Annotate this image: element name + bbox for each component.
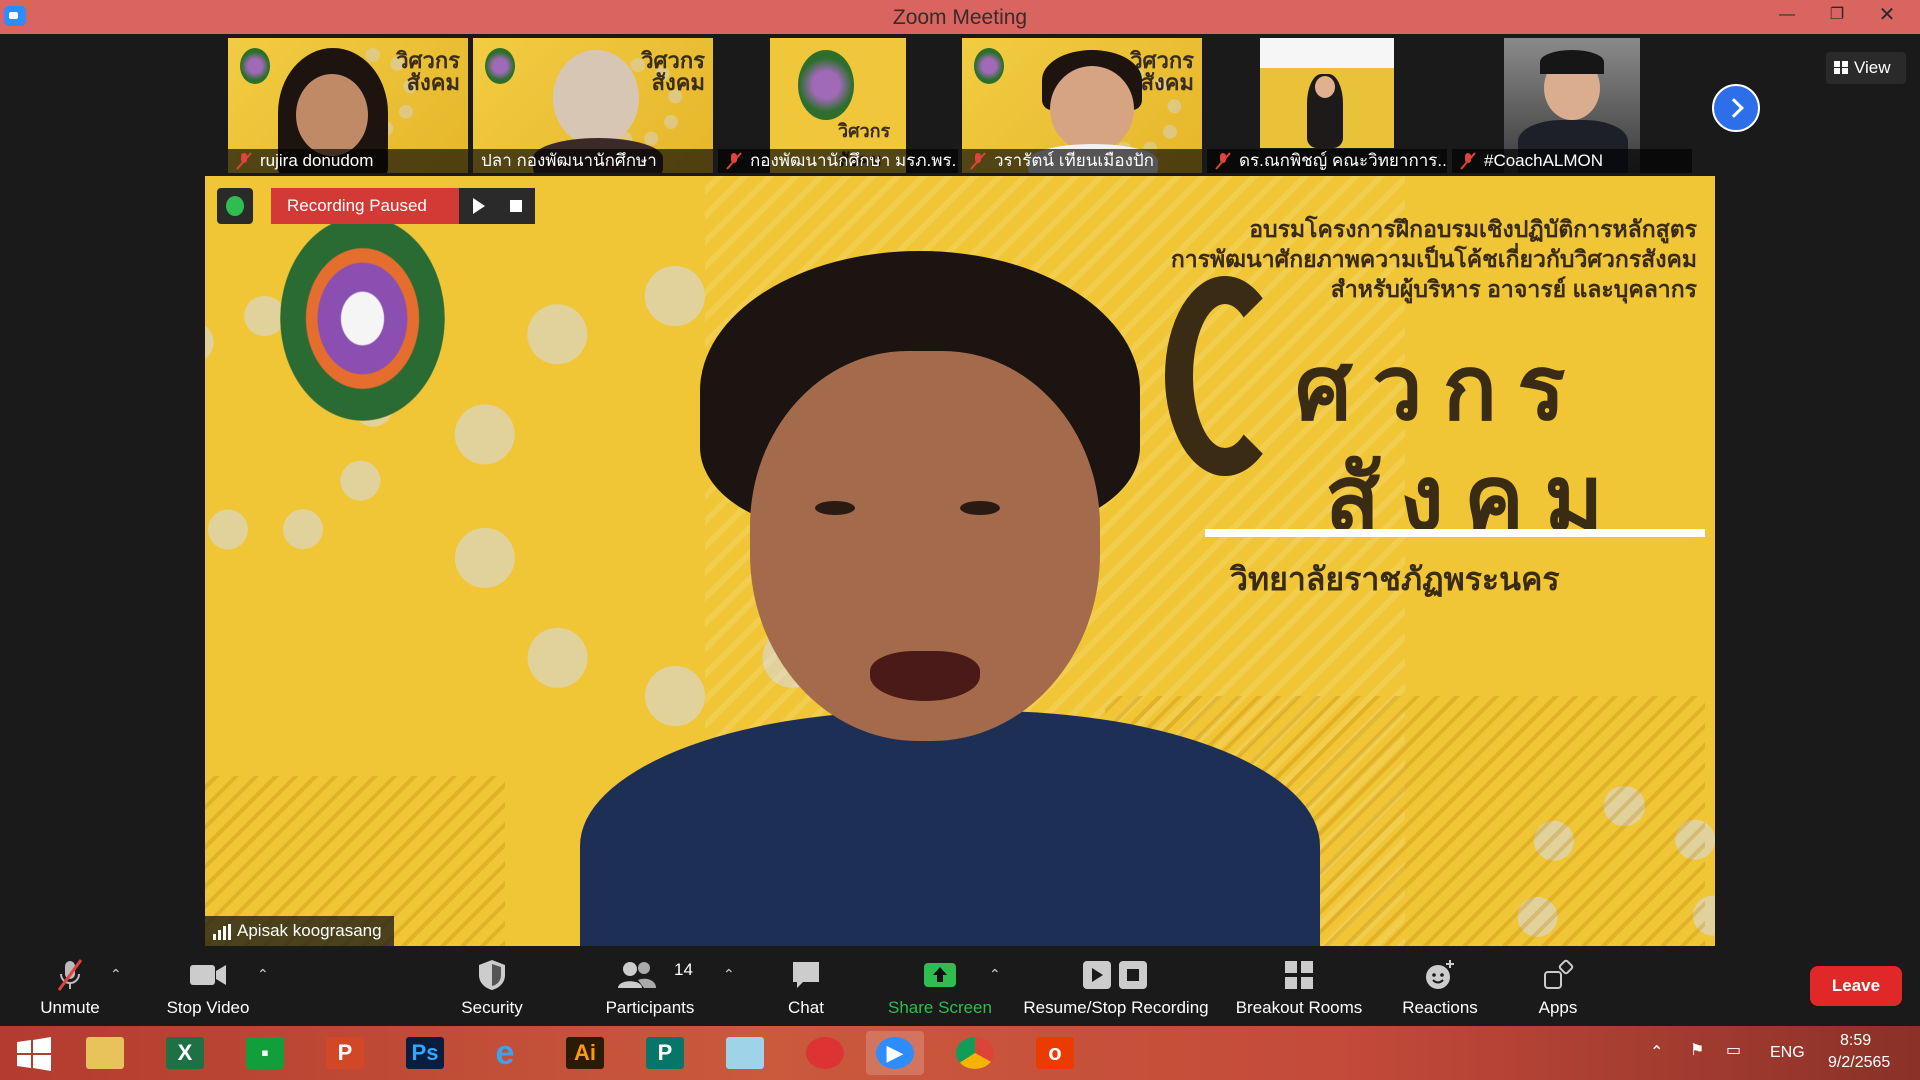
recording-controls-icon <box>1083 961 1147 989</box>
window-title: Zoom Meeting <box>892 6 1028 29</box>
participants-icon <box>617 962 656 988</box>
participant-thumbnail[interactable]: #CoachALMON <box>1452 38 1692 173</box>
illustrator-icon[interactable]: Ai <box>556 1031 614 1075</box>
signal-strength-icon <box>213 924 231 940</box>
participants-count: 14 <box>674 960 693 979</box>
grid-view-icon <box>1834 61 1848 74</box>
thumb-brand-text: วิศวกร สังคม <box>396 48 460 95</box>
university-seal-icon <box>798 50 854 120</box>
participant-strip: วิศวกร สังคม rujira donudom วิศวกร สังคม… <box>0 34 1920 176</box>
mic-muted-icon <box>726 152 742 170</box>
participant-thumbnail[interactable]: วิศวกร สังคม กองพัฒนานักศึกษา มรภ.พร... <box>718 38 958 173</box>
restore-button[interactable]: ❐ <box>1814 0 1860 34</box>
participant-name: #CoachALMON <box>1452 149 1692 173</box>
mic-muted-icon <box>1460 152 1476 170</box>
resume-stop-recording-button[interactable]: Resume/Stop Recording <box>1016 946 1216 1026</box>
store-icon[interactable]: ▪ <box>236 1031 294 1075</box>
chrome-icon[interactable] <box>946 1031 1004 1075</box>
university-seal-icon <box>485 48 515 84</box>
active-speaker-video: อบรมโครงการฝึกอบรมเชิงปฏิบัติการหลักสูตร… <box>205 176 1715 946</box>
title-bar: Zoom Meeting — ❐ ✕ <box>0 0 1920 34</box>
minimize-button[interactable]: — <box>1764 0 1810 34</box>
recording-paused-label: Recording Paused <box>271 188 459 224</box>
chevron-up-icon[interactable]: ⌃ <box>989 966 1003 982</box>
participant-name: rujira donudom <box>228 149 468 173</box>
internet-explorer-icon[interactable]: e <box>476 1031 534 1075</box>
reactions-button[interactable]: Reactions <box>1393 946 1487 1026</box>
photoshop-icon[interactable]: Ps <box>396 1031 454 1075</box>
slide-divider <box>1205 529 1705 537</box>
mic-muted-icon <box>236 152 252 170</box>
chat-button[interactable]: Chat <box>766 946 846 1026</box>
close-button[interactable]: ✕ <box>1864 0 1910 34</box>
participant-thumbnail[interactable]: วิศวกร สังคม ปลา กองพัฒนานักศึกษา <box>473 38 713 173</box>
stop-recording-icon[interactable] <box>497 188 535 224</box>
security-button[interactable]: Security <box>442 946 542 1026</box>
university-seal-icon <box>240 48 270 84</box>
action-center-flag-icon[interactable]: ⚑ <box>1690 1040 1704 1060</box>
speaker-person <box>580 241 1320 946</box>
mic-muted-icon <box>1215 152 1231 170</box>
university-seal-logo <box>280 216 445 421</box>
participant-thumbnail[interactable]: ดร.ณกพิชญ์ คณะวิทยาการ... <box>1207 38 1447 173</box>
language-indicator[interactable]: ENG <box>1770 1044 1805 1062</box>
breakout-rooms-icon <box>1285 961 1313 989</box>
slide-brand-line2: สังคม <box>1325 449 1624 549</box>
participant-thumbnail[interactable]: วิศวกร สังคม วรารัตน์ เทียนเมืองปัก <box>962 38 1202 173</box>
meeting-toolbar: Unmute ⌃ Stop Video ⌃ Security 14 Partic… <box>0 946 1920 1026</box>
slide-university: วิทยาลัยราชภัฏพระนคร <box>1230 561 1560 597</box>
mic-muted-icon <box>970 152 986 170</box>
chat-bubble-icon <box>793 962 819 988</box>
start-button[interactable] <box>4 1031 62 1075</box>
breakout-rooms-button[interactable]: Breakout Rooms <box>1226 946 1372 1026</box>
participant-name: ดร.ณกพิชญ์ คณะวิทยาการ... <box>1207 149 1447 173</box>
excel-icon[interactable]: X <box>156 1031 214 1075</box>
windows-logo-icon <box>17 1037 51 1071</box>
powerpoint-icon[interactable]: P <box>316 1031 374 1075</box>
clock-time[interactable]: 8:59 <box>1840 1032 1871 1050</box>
file-explorer-icon[interactable] <box>76 1031 134 1075</box>
publisher-icon[interactable]: P <box>636 1031 694 1075</box>
resume-recording-icon[interactable] <box>459 188 497 224</box>
stop-video-button[interactable]: Stop Video <box>150 946 266 1026</box>
share-screen-button[interactable]: Share Screen <box>878 946 1002 1026</box>
office-icon[interactable]: o <box>1026 1031 1084 1075</box>
zoom-taskbar-icon[interactable]: ▶ <box>866 1031 924 1075</box>
apps-icon <box>1544 959 1574 989</box>
system-tray: ⌃ ⚑ ▭ ENG 8:59 9/2/2565 <box>1640 1026 1920 1080</box>
chevron-up-icon[interactable]: ⌃ <box>110 966 124 982</box>
chevron-up-icon[interactable]: ⌃ <box>723 966 737 982</box>
windows-taskbar: X ▪ P Ps e Ai P ▶ o ⌃ ⚑ ▭ ENG 8:59 9/2/2… <box>0 1026 1920 1080</box>
participant-name: กองพัฒนานักศึกษา มรภ.พร... <box>718 149 958 173</box>
network-icon[interactable]: ▭ <box>1726 1040 1741 1060</box>
view-button[interactable]: View <box>1826 52 1906 84</box>
leave-button[interactable]: Leave <box>1810 966 1902 1006</box>
participant-thumbnail[interactable]: วิศวกร สังคม rujira donudom <box>228 38 468 173</box>
participant-name: ปลา กองพัฒนานักศึกษา <box>473 149 713 173</box>
clock-date[interactable]: 9/2/2565 <box>1828 1054 1890 1072</box>
smiley-plus-icon <box>1426 960 1454 989</box>
participant-name: วรารัตน์ เทียนเมืองปัก <box>962 149 1202 173</box>
share-screen-icon <box>924 963 956 987</box>
mic-muted-icon <box>57 959 83 991</box>
shield-icon <box>479 960 505 990</box>
unmute-button[interactable]: Unmute <box>20 946 120 1026</box>
participants-button[interactable]: 14 Participants <box>594 946 706 1026</box>
next-page-icon[interactable] <box>1712 84 1760 132</box>
speaker-name-label: Apisak koograsang <box>205 916 394 946</box>
chevron-up-icon[interactable]: ⌃ <box>257 966 271 982</box>
notepad-icon[interactable] <box>716 1031 774 1075</box>
apps-button[interactable]: Apps <box>1518 946 1598 1026</box>
show-hidden-icons[interactable]: ⌃ <box>1650 1042 1663 1062</box>
video-camera-icon <box>190 965 226 985</box>
security-shield-icon[interactable] <box>217 188 253 224</box>
university-seal-icon <box>974 48 1004 84</box>
photoscape-icon[interactable] <box>796 1031 854 1075</box>
